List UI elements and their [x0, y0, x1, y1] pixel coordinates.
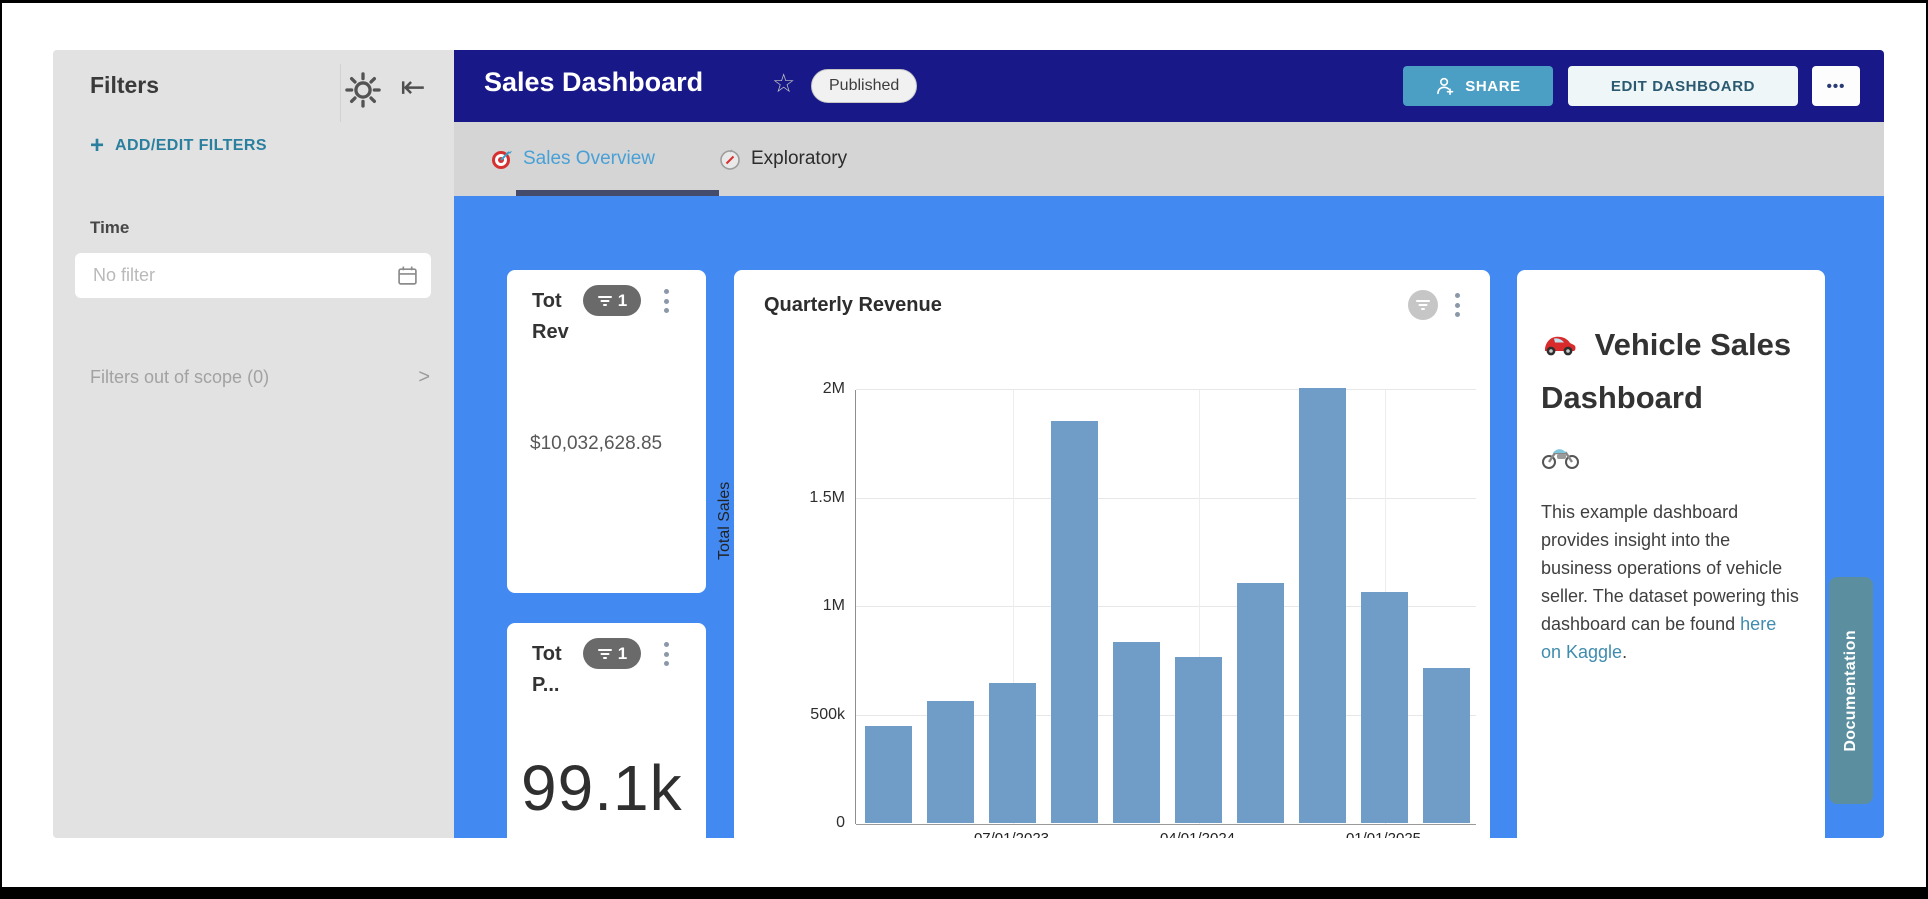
x-tick-label: 07/01/2023: [952, 830, 1072, 838]
y-tick-label: 500k: [785, 706, 845, 724]
time-filter-input[interactable]: [75, 253, 431, 298]
applied-filter-count: 1: [618, 291, 627, 311]
bar-01/01/2024[interactable]: [1113, 642, 1160, 823]
filters-sidebar: Filters: [53, 50, 454, 838]
ellipsis-icon: •••: [1827, 78, 1846, 95]
screen-border-top: [0, 0, 1928, 3]
screen-border-left: [0, 0, 2, 899]
kpi-card-title: Tot P...: [532, 639, 562, 701]
time-filter-field: [75, 253, 431, 298]
status-badge[interactable]: Published: [811, 69, 917, 103]
bar-10/01/2023[interactable]: [1051, 421, 1098, 823]
chart-title: Quarterly Revenue: [764, 294, 942, 317]
y-tick-label: 1M: [785, 597, 845, 615]
bar-01/01/2025[interactable]: [1361, 592, 1408, 823]
calendar-icon[interactable]: [397, 265, 418, 286]
add-edit-filters-label: ADD/EDIT FILTERS: [115, 137, 267, 155]
y-axis-label: Total Sales: [716, 482, 734, 560]
tab-exploratory[interactable]: Exploratory: [718, 122, 847, 196]
y-axis-ticks: 0 500k 1M 1.5M 2M: [785, 381, 855, 833]
funnel-icon: [597, 294, 613, 308]
x-tick-label: 01/01/2025: [1324, 830, 1444, 838]
share-person-icon: [1435, 76, 1455, 96]
documentation-tab[interactable]: Documentation: [1829, 577, 1873, 804]
filters-out-of-scope-row[interactable]: Filters out of scope (0) >: [90, 366, 430, 389]
motorcycle-icon: [1541, 440, 1801, 474]
y-tick-label: 2M: [785, 380, 845, 398]
share-button-label: SHARE: [1465, 78, 1521, 95]
tab-exploratory-label: Exploratory: [751, 148, 847, 170]
filter-settings-button[interactable]: [345, 72, 381, 108]
info-card-heading: Vehicle Sales Dashboard: [1541, 320, 1801, 422]
cross-filter-icon[interactable]: [1408, 290, 1438, 320]
chevron-right-icon: >: [418, 366, 430, 389]
time-filter-label: Time: [90, 218, 129, 238]
main-area: Sales Dashboard ☆ Published: [454, 50, 1884, 838]
edit-dashboard-label: EDIT DASHBOARD: [1611, 78, 1755, 95]
y-tick-label: 0: [785, 814, 845, 832]
filters-panel-title: Filters: [90, 72, 159, 99]
bar-04/01/2024[interactable]: [1175, 657, 1222, 823]
car-icon: [1541, 331, 1587, 366]
x-tick-label: 04/01/2024: [1138, 830, 1258, 838]
bar-plot: [855, 390, 1475, 824]
kpi-card-total-products: Tot P...: [507, 623, 706, 838]
bar-01/01/2023[interactable]: [865, 726, 912, 823]
bar-04/01/2025[interactable]: [1423, 668, 1470, 823]
info-card-vehicle-sales: Vehicle Sales Dashboard This example das…: [1517, 270, 1825, 838]
kpi-card-total-revenue: Tot Rev: [507, 270, 706, 593]
screen: Filters: [0, 0, 1928, 899]
tab-sales-overview[interactable]: Sales Overview: [490, 122, 655, 196]
dashboard-tabbar: Sales Overview Exploratory: [454, 122, 1884, 196]
filters-header-divider: [340, 64, 341, 122]
dashboard-header: Sales Dashboard ☆ Published: [454, 50, 1884, 122]
applied-filter-count: 1: [618, 644, 627, 664]
bar-07/01/2024[interactable]: [1237, 583, 1284, 823]
app-window: Filters: [53, 50, 1884, 838]
tab-sales-overview-label: Sales Overview: [523, 148, 655, 170]
edit-dashboard-button[interactable]: EDIT DASHBOARD: [1568, 66, 1798, 106]
compass-icon: [718, 147, 742, 171]
kebab-menu-icon[interactable]: [1450, 290, 1464, 320]
bar-10/01/2024[interactable]: [1299, 388, 1346, 823]
plus-icon: +: [90, 135, 104, 157]
favorite-star-icon[interactable]: ☆: [772, 68, 795, 99]
dashboard-content: Tot Rev: [454, 196, 1884, 838]
y-tick-label: 1.5M: [785, 489, 845, 507]
applied-filters-badge[interactable]: 1: [583, 285, 641, 316]
bar-07/01/2023[interactable]: [989, 683, 1036, 823]
chart-card-quarterly-revenue: Quarterly Revenue Total Sales 0500k1M1.: [734, 270, 1490, 838]
page-title: Sales Dashboard: [484, 67, 703, 98]
bar-04/01/2023[interactable]: [927, 701, 974, 823]
info-card-body: This example dashboard provides insight …: [1541, 498, 1801, 666]
dart-icon: [490, 147, 514, 171]
documentation-tab-label: Documentation: [1842, 630, 1860, 752]
applied-filters-badge[interactable]: 1: [583, 638, 641, 669]
kpi-value: $10,032,628.85: [530, 433, 662, 455]
kebab-menu-icon[interactable]: [659, 286, 673, 316]
screen-border-bottom: [0, 887, 1928, 899]
more-options-button[interactable]: •••: [1812, 66, 1860, 106]
collapse-left-icon: ⇤: [400, 71, 425, 104]
kpi-value: 99.1k: [521, 751, 683, 825]
collapse-filters-button[interactable]: ⇤: [393, 68, 433, 108]
share-button[interactable]: SHARE: [1403, 66, 1553, 106]
funnel-icon: [597, 647, 613, 661]
filters-out-of-scope-label: Filters out of scope (0): [90, 367, 269, 388]
kebab-menu-icon[interactable]: [659, 639, 673, 669]
add-edit-filters-button[interactable]: + ADD/EDIT FILTERS: [90, 135, 267, 157]
kpi-card-title: Tot Rev: [532, 286, 569, 348]
gear-icon: [345, 72, 381, 108]
